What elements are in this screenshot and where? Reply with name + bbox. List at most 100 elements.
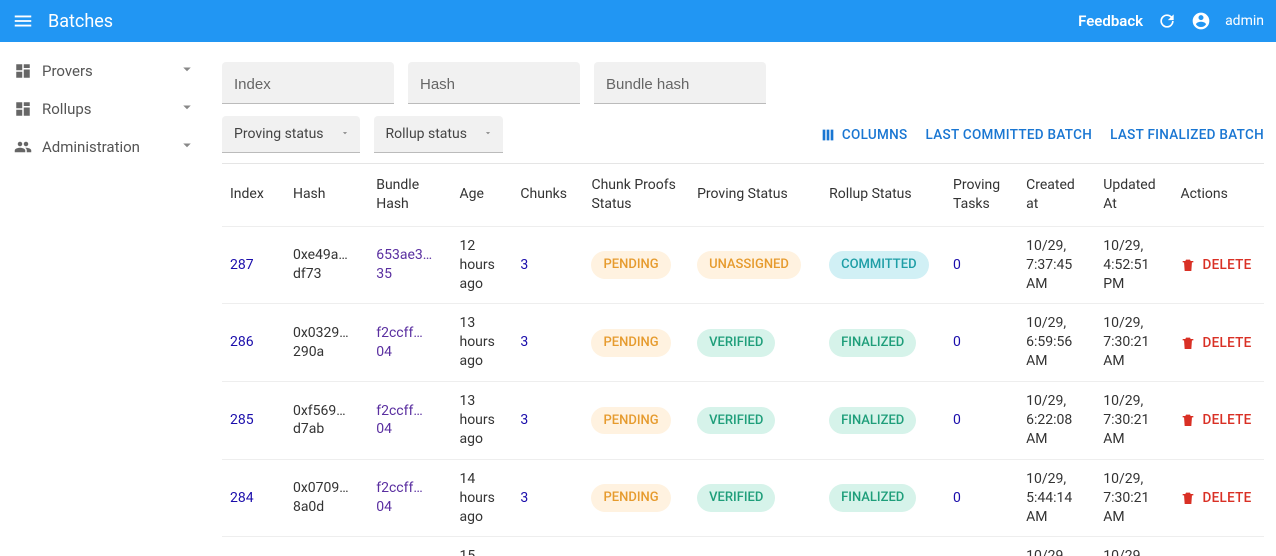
user-label: admin [1225,13,1264,29]
trash-icon [1180,412,1196,428]
feedback-link[interactable]: Feedback [1078,12,1143,30]
hash-cell: 0x431d…4fe8 [285,537,368,556]
bundle-hash-filter-input[interactable] [594,62,766,104]
delete-button[interactable]: DELETE [1180,489,1256,507]
menu-icon[interactable] [12,10,34,32]
hash-filter-input[interactable] [408,62,580,104]
sidebar-item-administration[interactable]: Administration [0,128,210,166]
dashboard-icon [14,100,38,118]
chunks-link[interactable]: 3 [520,412,528,428]
created-at-cell: 10/29, 6:22:08 AM [1018,382,1095,460]
hash-cell: 0x0329…290a [285,304,368,382]
chunks-link[interactable]: 3 [520,490,528,506]
chevron-down-icon [178,98,196,120]
bundle-hash-link-line2[interactable]: 04 [376,498,443,517]
index-link[interactable]: 285 [230,412,254,428]
chunk-proofs-status-chip: PENDING [591,251,670,279]
delete-button-label: DELETE [1202,489,1251,507]
hash-cell: 0x0709…8a0d [285,459,368,537]
table-row: 2830x431d…4fe8f2ccff…15 hours ago3PENDIN… [222,537,1264,556]
chunks-link[interactable]: 3 [520,334,528,350]
rollup-status-select-label: Rollup status [386,126,467,142]
updated-at-cell: 10/29, 7:30:21 AM [1095,304,1172,382]
age-cell: 13 hours ago [451,304,512,382]
rollup-status-chip: COMMITTED [829,251,928,279]
bundle-hash-link[interactable]: f2ccff… [376,403,423,419]
header-age: Age [451,164,512,226]
index-link[interactable]: 284 [230,490,254,506]
batches-table: Index Hash Bundle Hash Age Chunks Chunk … [222,164,1264,556]
age-cell: 12 hours ago [451,226,512,304]
created-at-cell: 10/29, 5:06:22 AM [1018,537,1095,556]
sidebar-item-label: Rollups [42,100,178,118]
dashboard-icon [14,62,38,80]
proving-status-chip: UNASSIGNED [697,251,801,279]
proving-status-select-label: Proving status [234,126,324,142]
bundle-hash-link[interactable]: 653ae3… [376,247,432,263]
age-cell: 14 hours ago [451,459,512,537]
table-header-row: Index Hash Bundle Hash Age Chunks Chunk … [222,164,1264,226]
index-link[interactable]: 286 [230,334,254,350]
index-filter-input[interactable] [222,62,394,104]
chevron-down-icon [483,126,493,142]
proving-status-select[interactable]: Proving status [222,116,360,153]
header-proving-tasks: Proving Tasks [945,164,1018,226]
sidebar: Provers Rollups Administration [0,42,210,556]
header-index: Index [222,164,285,226]
sidebar-item-provers[interactable]: Provers [0,52,210,90]
delete-button[interactable]: DELETE [1180,334,1256,352]
bundle-hash-link[interactable]: f2ccff… [376,325,423,341]
updated-at-cell: 10/29, 7:30:21 AM [1095,537,1172,556]
chevron-down-icon [340,126,350,142]
bundle-hash-link[interactable]: f2ccff… [376,480,423,496]
table-row: 287 0xe49a…df73 653ae3… 35 12 hours ago 3 PEND… [222,226,1264,304]
bundle-hash-link-line2[interactable]: 04 [376,343,443,362]
last-finalized-batch-link[interactable]: LAST FINALIZED BATCH [1110,127,1264,143]
delete-button[interactable]: DELETE [1180,411,1256,429]
proving-tasks-link[interactable]: 0 [953,334,961,350]
sidebar-item-label: Administration [42,138,178,156]
trash-icon [1180,257,1196,273]
rollup-status-chip: FINALIZED [829,407,916,435]
refresh-icon[interactable] [1157,11,1177,31]
last-committed-batch-link[interactable]: LAST COMMITTED BATCH [926,127,1093,143]
rollup-status-select[interactable]: Rollup status [374,116,503,153]
proving-tasks-link[interactable]: 0 [953,257,961,273]
header-created-at: Created at [1018,164,1095,226]
proving-tasks-link[interactable]: 0 [953,412,961,428]
hash-cell: 0xe49a…df73 [285,226,368,304]
topbar: Batches Feedback admin [0,0,1276,42]
index-link[interactable]: 287 [230,257,254,273]
people-icon [14,138,38,156]
select-filters-row: Proving status Rollup status COLUMNS LAS… [222,116,1264,153]
delete-button-label: DELETE [1202,411,1251,429]
rollup-status-chip: FINALIZED [829,484,916,512]
chunk-proofs-status-chip: PENDING [591,407,670,435]
created-at-cell: 10/29, 6:59:56 AM [1018,304,1095,382]
columns-button[interactable]: COLUMNS [820,127,908,143]
proving-status-chip: VERIFIED [697,407,775,435]
chunk-proofs-status-chip: PENDING [591,329,670,357]
chunks-link[interactable]: 3 [520,257,528,273]
delete-button-label: DELETE [1202,334,1251,352]
sidebar-item-rollups[interactable]: Rollups [0,90,210,128]
created-at-cell: 10/29, 7:37:45 AM [1018,226,1095,304]
content: Proving status Rollup status COLUMNS LAS… [210,42,1276,556]
age-cell: 13 hours ago [451,382,512,460]
text-filters-row [222,62,1264,104]
page-title: Batches [48,11,113,32]
delete-button[interactable]: DELETE [1180,256,1256,274]
header-actions: Actions [1172,164,1264,226]
proving-tasks-link[interactable]: 0 [953,490,961,506]
user-icon[interactable] [1191,11,1211,31]
table-container: Index Hash Bundle Hash Age Chunks Chunk … [222,163,1264,556]
header-updated-at: Updated At [1095,164,1172,226]
table-row: 2850xf569…d7abf2ccff…0413 hours ago3PEND… [222,382,1264,460]
trash-icon [1180,335,1196,351]
bundle-hash-link-line2[interactable]: 04 [376,420,443,439]
chunk-proofs-status-chip: PENDING [591,484,670,512]
updated-at-cell: 10/29, 4:52:51 PM [1095,226,1172,304]
header-chunks: Chunks [512,164,583,226]
created-at-cell: 10/29, 5:44:14 AM [1018,459,1095,537]
bundle-hash-link-line2[interactable]: 35 [376,265,443,284]
